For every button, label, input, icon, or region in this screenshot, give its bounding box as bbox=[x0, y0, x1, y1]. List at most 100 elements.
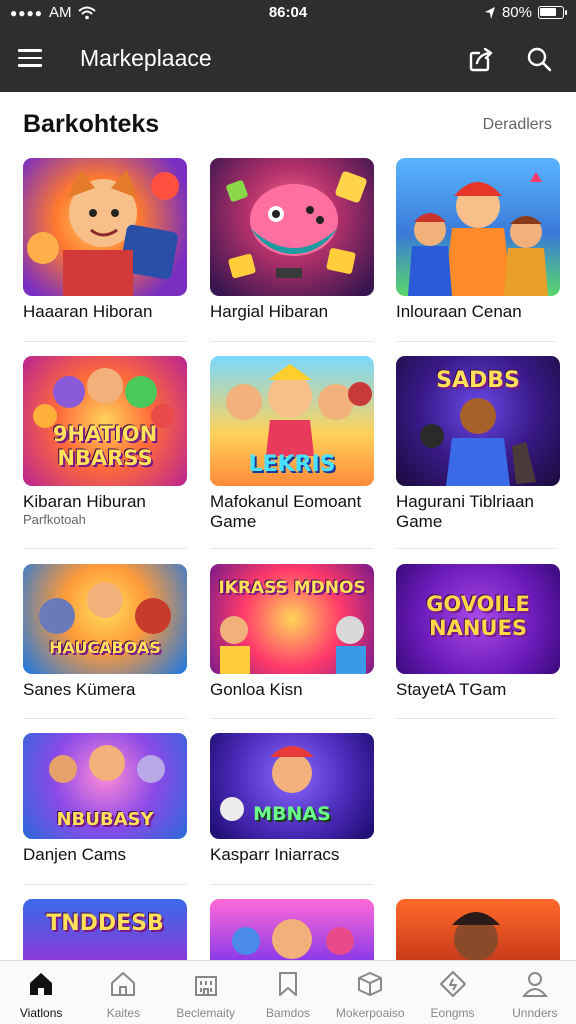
game-card[interactable]: Inlouraan Cenan bbox=[396, 158, 560, 322]
card-title: StayetA TGam bbox=[396, 680, 507, 699]
search-icon bbox=[527, 47, 552, 72]
card-title: Kibaran Hiburan bbox=[23, 492, 146, 511]
thumbnail-art-text: NBUBASY bbox=[56, 809, 154, 830]
app-title: Markeplaace bbox=[80, 45, 212, 71]
nav-item-unnders[interactable]: Unnders bbox=[494, 961, 576, 1024]
nav-item-mokerpoaiso[interactable]: Mokerpoaiso bbox=[329, 961, 411, 1024]
game-card[interactable] bbox=[396, 899, 560, 961]
game-thumbnail bbox=[396, 899, 560, 961]
game-card[interactable]: TNDDESB bbox=[23, 899, 187, 961]
game-thumbnail bbox=[23, 158, 187, 296]
nav-label: Mokerpoaiso bbox=[335, 1006, 405, 1020]
thumbnail-art-text: LEKRIS bbox=[248, 452, 336, 477]
game-thumbnail: SADBS bbox=[396, 356, 560, 486]
controller-art bbox=[226, 171, 367, 279]
thumbnail-art-text: GOVOILE NANUES bbox=[426, 592, 530, 640]
nav-label: Bamdos bbox=[265, 1006, 310, 1020]
game-card[interactable]: MBNAS Kasparr Iniarracs bbox=[210, 733, 374, 865]
characters-art bbox=[39, 582, 171, 634]
status-bar: ●●●● AM 86:04 80% bbox=[0, 0, 576, 26]
hamburger-line bbox=[18, 64, 42, 67]
divider bbox=[210, 884, 374, 885]
card-title: Mafokanul Eomoant Game bbox=[210, 492, 362, 531]
divider bbox=[396, 548, 556, 549]
divider bbox=[23, 341, 187, 342]
game-thumbnail: HAUCABOAS bbox=[23, 564, 187, 674]
divider bbox=[23, 548, 187, 549]
game-card[interactable]: Hargial Hibaran bbox=[210, 158, 374, 322]
section-header: Barkohteks Deradlers bbox=[0, 92, 576, 152]
card-title: Kasparr Iniarracs bbox=[210, 845, 340, 864]
thumbnail-art-text: MBNAS bbox=[253, 803, 331, 825]
character-art bbox=[27, 170, 179, 296]
card-title: Haaaran Hiboran bbox=[23, 302, 153, 321]
bookmark-icon bbox=[278, 972, 297, 996]
nav-item-bamdos[interactable]: Bamdos bbox=[247, 961, 329, 1024]
card-title: Gonloa Kisn bbox=[210, 680, 303, 699]
nav-label: Eongms bbox=[430, 1006, 475, 1020]
see-all-link[interactable]: Deradlers bbox=[483, 116, 552, 134]
app-bar: Markeplaace bbox=[0, 26, 576, 92]
card-title: Sanes Kümera bbox=[23, 680, 136, 699]
menu-button[interactable] bbox=[18, 44, 52, 74]
character-art bbox=[452, 912, 500, 961]
characters-art bbox=[232, 919, 354, 959]
game-thumbnail bbox=[396, 158, 560, 296]
game-card[interactable]: Haaaran Hiboran bbox=[23, 158, 187, 322]
game-card[interactable]: IKRASS MDNOS Gonloa Kisn bbox=[210, 564, 374, 700]
home-icon bbox=[30, 973, 53, 995]
characters-art bbox=[220, 616, 366, 674]
card-title: Danjen Cams bbox=[23, 845, 126, 864]
divider bbox=[210, 341, 374, 342]
nav-item-viatlons[interactable]: Viatlons bbox=[0, 961, 82, 1024]
battery-percent: 80% bbox=[501, 4, 532, 21]
nav-label: Viatlons bbox=[19, 1006, 63, 1020]
game-thumbnail bbox=[210, 899, 374, 961]
thumbnail-art-text: HAUCABOAS bbox=[49, 638, 161, 657]
person-icon bbox=[521, 972, 548, 997]
card-title: Hagurani Tiblriaan Game bbox=[396, 492, 534, 531]
game-card[interactable]: SADBS Hagurani Tiblriaan Game bbox=[396, 356, 560, 532]
bottom-navigation: Viatlons Kaites Beclemaity Bamdos Mokerp… bbox=[0, 960, 576, 1024]
game-card[interactable]: 9HATION NBARSS Kibaran Hiburan Parfkotoa… bbox=[23, 356, 187, 527]
game-thumbnail: TNDDESB bbox=[23, 899, 187, 961]
building-icon bbox=[194, 976, 217, 996]
divider bbox=[210, 548, 374, 549]
location-arrow-icon bbox=[484, 6, 495, 19]
game-card[interactable] bbox=[210, 899, 374, 961]
thumbnail-art-text: 9HATION NBARSS bbox=[52, 422, 158, 470]
share-icon bbox=[469, 47, 493, 72]
search-button[interactable] bbox=[524, 44, 554, 74]
tag-icon bbox=[439, 971, 466, 997]
heroes-art bbox=[408, 172, 548, 296]
game-thumbnail: IKRASS MDNOS bbox=[210, 564, 374, 674]
share-button[interactable] bbox=[466, 44, 496, 74]
nav-item-eongms[interactable]: Eongms bbox=[411, 961, 493, 1024]
game-thumbnail: GOVOILE NANUES bbox=[396, 564, 560, 674]
divider bbox=[396, 718, 556, 719]
nav-label: Unnders bbox=[512, 1006, 558, 1020]
hamburger-line bbox=[18, 49, 42, 52]
nav-label: Beclemaity bbox=[176, 1006, 236, 1020]
house-outline-icon bbox=[111, 972, 136, 996]
divider bbox=[396, 341, 556, 342]
nav-item-beclemaity[interactable]: Beclemaity bbox=[165, 961, 247, 1024]
game-thumbnail bbox=[210, 158, 374, 296]
battery-icon bbox=[538, 6, 567, 19]
card-title: Inlouraan Cenan bbox=[396, 302, 522, 321]
game-card[interactable]: HAUCABOAS Sanes Kümera bbox=[23, 564, 187, 700]
nav-item-kaites[interactable]: Kaites bbox=[82, 961, 164, 1024]
nav-label: Kaites bbox=[106, 1006, 141, 1020]
status-right: 80% bbox=[484, 4, 567, 21]
divider bbox=[210, 718, 374, 719]
game-card[interactable]: GOVOILE NANUES StayetA TGam bbox=[396, 564, 560, 700]
box-icon bbox=[358, 972, 383, 996]
game-card[interactable]: LEKRIS Mafokanul Eomoant Game bbox=[210, 356, 374, 532]
game-thumbnail: MBNAS bbox=[210, 733, 374, 839]
divider bbox=[23, 884, 187, 885]
game-card[interactable]: NBUBASY Danjen Cams bbox=[23, 733, 187, 865]
game-thumbnail: 9HATION NBARSS bbox=[23, 356, 187, 486]
section-title: Barkohteks bbox=[23, 110, 160, 138]
divider bbox=[23, 718, 187, 719]
card-title: Hargial Hibaran bbox=[210, 302, 329, 321]
